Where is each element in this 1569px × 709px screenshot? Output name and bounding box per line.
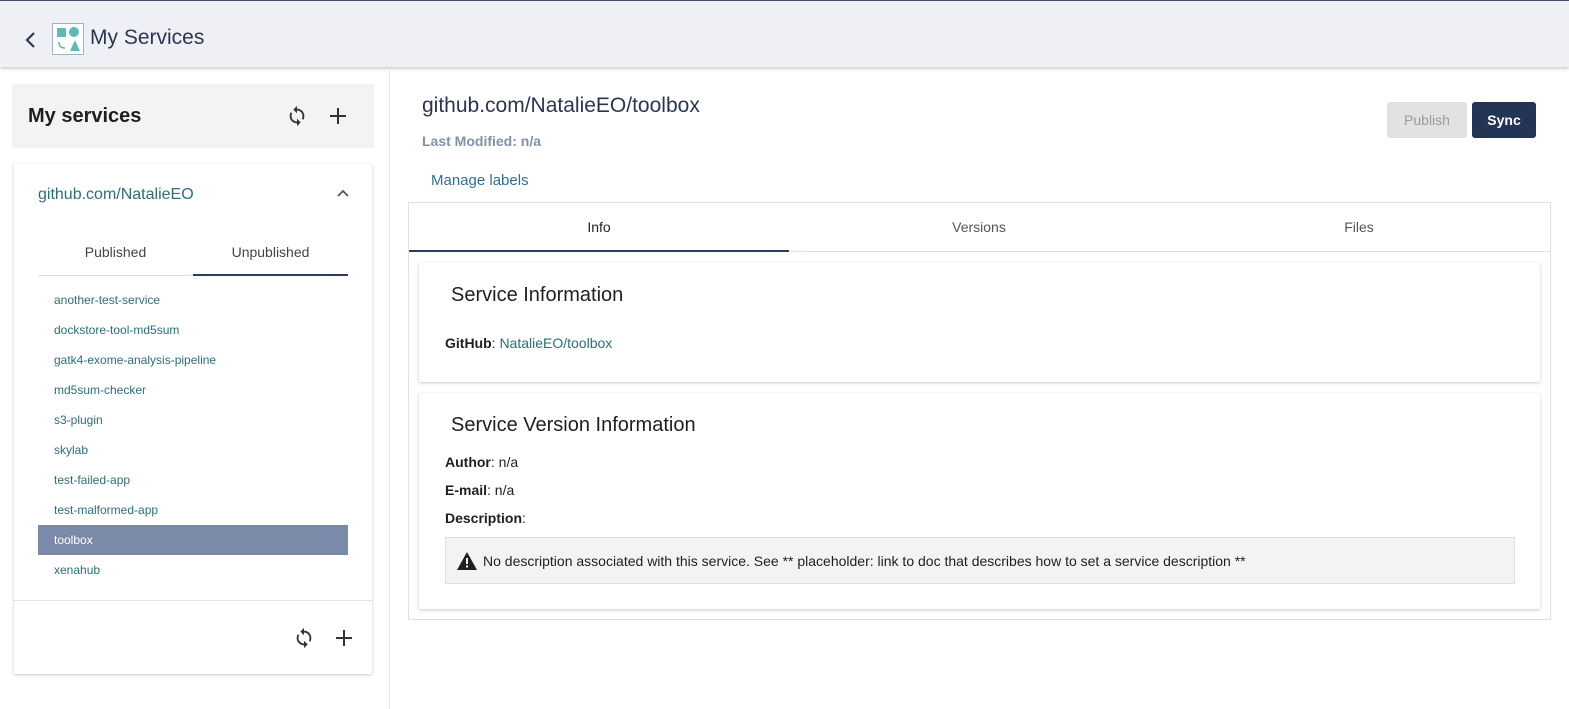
description-field: Description: xyxy=(445,510,526,526)
email-field: E-mail: n/a xyxy=(445,482,515,498)
tab-files[interactable]: Files xyxy=(1169,203,1549,252)
service-logo-icon xyxy=(52,23,84,55)
org-panel: github.com/NatalieEO Published Unpublish… xyxy=(14,164,372,674)
chevron-left-icon[interactable] xyxy=(22,29,40,51)
sync-button[interactable]: Sync xyxy=(1472,102,1536,138)
divider xyxy=(14,600,372,601)
service-title: github.com/NatalieEO/toolbox xyxy=(422,94,700,117)
author-field: Author: n/a xyxy=(445,454,519,470)
warning-icon xyxy=(456,551,478,571)
description-notice: No description associated with this serv… xyxy=(445,537,1515,584)
list-item[interactable]: dockstore-tool-md5sum xyxy=(38,315,348,345)
section-title: Service Version Information xyxy=(451,414,696,436)
org-name[interactable]: github.com/NatalieEO xyxy=(38,186,194,204)
service-information-card: Service Information GitHub: NatalieEO/to… xyxy=(419,263,1540,382)
publish-button[interactable]: Publish xyxy=(1387,102,1467,138)
sidebar: My services github.com/NatalieEO Publish… xyxy=(0,67,390,709)
last-modified: Last Modified: n/a xyxy=(422,133,541,149)
github-link[interactable]: NatalieEO/toolbox xyxy=(499,335,612,351)
section-title: Service Information xyxy=(451,284,624,306)
tab-versions[interactable]: Versions xyxy=(789,203,1169,252)
list-item[interactable]: another-test-service xyxy=(38,285,348,315)
list-item[interactable]: skylab xyxy=(38,435,348,465)
notice-text: No description associated with this serv… xyxy=(483,553,1246,569)
list-item[interactable]: s3-plugin xyxy=(38,405,348,435)
list-item[interactable]: md5sum-checker xyxy=(38,375,348,405)
list-item[interactable]: gatk4-exome-analysis-pipeline xyxy=(38,345,348,375)
page-title: My Services xyxy=(90,26,205,49)
tab-unpublished[interactable]: Unpublished xyxy=(193,230,348,276)
sidebar-header: My services xyxy=(12,84,374,148)
service-list: another-test-service dockstore-tool-md5s… xyxy=(38,285,348,585)
list-item[interactable]: xenahub xyxy=(38,555,348,585)
refresh-icon[interactable] xyxy=(293,627,315,649)
add-icon[interactable] xyxy=(327,105,349,127)
github-field: GitHub: NatalieEO/toolbox xyxy=(445,335,613,351)
top-header: My Services xyxy=(0,0,1569,67)
tab-published[interactable]: Published xyxy=(38,230,193,276)
service-version-information-card: Service Version Information Author: n/a … xyxy=(419,393,1540,609)
list-item-selected[interactable]: toolbox xyxy=(38,525,348,555)
manage-labels-link[interactable]: Manage labels xyxy=(431,172,529,189)
detail-tabs: Info Versions Files xyxy=(409,203,1550,252)
description-label: Description xyxy=(445,510,523,526)
add-icon[interactable] xyxy=(333,627,355,649)
tab-info[interactable]: Info xyxy=(409,203,789,252)
refresh-icon[interactable] xyxy=(286,105,308,127)
email-value: n/a xyxy=(494,482,515,498)
list-item[interactable]: test-malformed-app xyxy=(38,495,348,525)
chevron-up-icon[interactable] xyxy=(336,186,350,200)
content-panel: Info Versions Files Service Information … xyxy=(408,202,1551,620)
email-label: E-mail xyxy=(445,482,488,498)
author-label: Author xyxy=(445,454,491,470)
author-value: n/a xyxy=(498,454,519,470)
sidebar-title: My services xyxy=(28,105,142,127)
github-label: GitHub xyxy=(445,335,492,351)
published-tabs: Published Unpublished xyxy=(38,230,348,276)
list-item[interactable]: test-failed-app xyxy=(38,465,348,495)
